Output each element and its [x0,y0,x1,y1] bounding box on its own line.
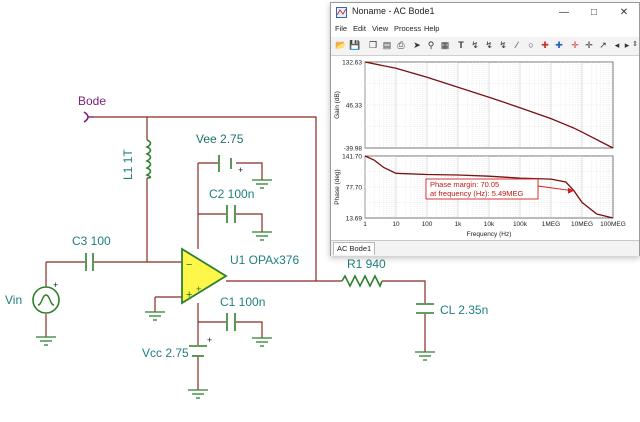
link3-icon[interactable]: ↯ [497,39,509,51]
phase-margin-frequency-text: at frequency (Hz): 5.49MEG [430,189,524,198]
svg-text:+: + [53,280,58,290]
marker-icon[interactable]: ✛ [569,39,581,51]
zoom-icon[interactable]: ⚲ [425,39,437,51]
l1-label: L1 1T [121,149,135,180]
svg-text:+: + [196,284,201,294]
tab-ac-bode1[interactable]: AC Bode1 [333,242,376,255]
status-bar: AC Bode1 [331,240,639,256]
bode-window[interactable]: Noname - AC Bode1 — □ ✕ File Edit View P… [330,2,640,256]
menu-view[interactable]: View [372,24,388,33]
bode-chart: 132.63 46.33 -39.98 Gain (dB) 141.70 77.70 13.… [334,60,626,239]
phase-y-axis-label: Phase (deg) [334,169,341,204]
arrow-icon[interactable]: ↗ [597,39,609,51]
circle-icon[interactable]: ○ [525,39,537,51]
phase-margin-text: Phase margin: 70.05 [430,180,499,189]
x-tick-label: 100k [513,221,528,228]
gain-y-tick-label: 132.63 [342,60,362,67]
cl-label: CL 2.35n [440,303,488,317]
window-titlebar[interactable]: Noname - AC Bode1 — □ ✕ [331,3,639,23]
x-tick-label: 1MEG [542,221,560,228]
c1-label: C1 100n [220,295,265,309]
vee-label: Vee 2.75 [196,132,244,146]
menu-help[interactable]: Help [424,24,439,33]
paste-icon[interactable]: ▤ [381,39,393,51]
app-icon [336,7,347,18]
capacitor-c1[interactable] [226,313,236,331]
maximize-button[interactable]: □ [579,3,609,23]
capacitor-cl[interactable] [416,303,434,314]
save-icon[interactable]: 💾 [349,39,361,51]
u1-label: U1 OPAx376 [230,253,299,267]
battery-vee[interactable]: + [218,155,243,175]
bode-probe[interactable] [83,111,94,123]
c3-label: C3 100 [72,234,111,248]
capacitor-c2[interactable] [226,205,236,223]
phase-y-tick-label: 13.69 [346,216,363,223]
battery-vcc[interactable]: + [189,335,212,357]
menu-edit[interactable]: Edit [353,24,366,33]
x-tick-label: 1k [455,221,463,228]
resistor-r1[interactable] [341,274,383,288]
vin-label: Vin [5,293,22,307]
phase-y-tick-label: 141.70 [342,154,362,161]
gain-y-axis-label: Gain (dB) [334,91,341,119]
menu-process[interactable]: Process [394,24,421,33]
x-tick-label: 1 [363,221,367,228]
x-tick-label: 100MEG [600,221,626,228]
phase-y-tick-label: 77.70 [346,185,363,192]
line-icon[interactable]: ∕ [511,39,523,51]
toolbar: 📂 💾 ❐ ▤ ⎙ ➤ ⚲ ▦ T ↯ ↯ ↯ ∕ ○ ✚ ✚ ✛ ✛ ↗ ◂ … [331,37,639,56]
x-tick-label: 10 [392,221,400,228]
r1-label: R1 940 [347,257,386,271]
cursor-icon[interactable]: ✚ [539,39,551,51]
open-icon[interactable]: 📂 [335,39,347,51]
opamp-minus: − [186,259,192,271]
print-icon[interactable]: ⎙ [395,39,407,51]
zoom-box-icon[interactable]: ▦ [439,39,451,51]
gain-y-tick-label: -39.98 [344,146,363,153]
vcc-label: Vcc 2.75 [142,346,189,360]
bode-plot-area[interactable]: 132.63 46.33 -39.98 Gain (dB) 141.70 77.70 13.… [331,56,639,240]
svg-text:+: + [238,165,243,175]
cursor2-icon[interactable]: ✚ [553,39,565,51]
copy-icon[interactable]: ❐ [367,39,379,51]
bode-label: Bode [78,94,106,108]
opamp-plus: + [186,289,192,301]
x-tick-label: 10MEG [571,221,593,228]
capacitor-c3[interactable] [85,253,94,271]
x-axis-label: Frequency (Hz) [467,231,512,238]
x-tick-label: 10k [484,221,495,228]
gain-y-tick-label: 46.33 [346,103,363,110]
close-button[interactable]: ✕ [609,3,639,23]
marker2-icon[interactable]: ✛ [583,39,595,51]
window-title: Noname - AC Bode1 [352,6,435,16]
link2-icon[interactable]: ↯ [483,39,495,51]
c2-label: C2 100n [209,187,254,201]
inductor-l1[interactable] [145,139,152,179]
minimize-button[interactable]: — [549,3,579,23]
link-icon[interactable]: ↯ [469,39,481,51]
menu-file[interactable]: File [335,24,347,33]
text-icon[interactable]: T [455,39,467,51]
svg-text:+: + [207,335,212,345]
menu-bar: File Edit View Process Help [331,23,639,37]
spin-icon[interactable]: ⇕ [629,39,640,51]
pointer-icon[interactable]: ➤ [411,39,423,51]
x-tick-label: 100 [422,221,433,228]
